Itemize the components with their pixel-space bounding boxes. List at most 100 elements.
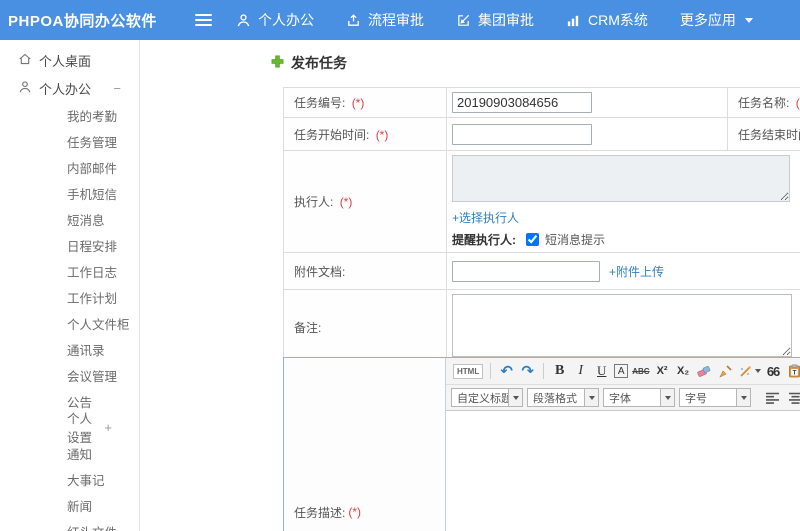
remark-label: 备注:: [283, 289, 447, 365]
nav-crm-system[interactable]: CRM系统: [566, 10, 648, 30]
paste-from-word-icon[interactable]: T: [786, 361, 800, 381]
table-row: 备注:: [283, 289, 800, 365]
sidebar-item-phone-sms[interactable]: 手机短信: [0, 180, 139, 206]
plus-icon: [271, 55, 284, 71]
task-form-table: 任务编号: (*) 任务名称: (*) 任务开始时间: (*): [283, 87, 800, 365]
sidebar-item-label: 个人办公: [39, 81, 92, 97]
user-icon: [18, 80, 32, 97]
caret-down-icon: [508, 389, 522, 406]
sidebar-item-personal-office[interactable]: 个人办公 −: [0, 74, 139, 102]
top-menu: 个人办公 流程审批 集团审批 CRM系统 更多应用: [236, 10, 785, 30]
home-icon: [18, 52, 32, 69]
executor-textarea[interactable]: [452, 155, 790, 202]
task-name-label: 任务名称: (*): [727, 87, 800, 118]
sidebar-item-short-message[interactable]: 短消息: [0, 206, 139, 232]
sidebar: 个人桌面 个人办公 − 我的考勤 任务管理 内部邮件 手机短信 短消息 日程安排…: [0, 40, 140, 531]
font-family-select[interactable]: 字体: [603, 388, 675, 407]
custom-heading-select[interactable]: 自定义标题: [451, 388, 523, 407]
table-row: 任务编号: (*) 任务名称: (*): [283, 87, 800, 118]
format-brush-broom-icon[interactable]: [717, 361, 734, 381]
hamburger-menu-icon[interactable]: [195, 14, 212, 26]
undo-icon[interactable]: ↶: [498, 361, 515, 381]
superscript-button[interactable]: X²: [654, 361, 671, 381]
remind-executor-label: 提醒执行人:: [452, 233, 516, 247]
sidebar-item-label: 个人桌面: [39, 53, 92, 69]
sidebar-item-work-plan[interactable]: 工作计划: [0, 284, 139, 310]
nav-personal-office[interactable]: 个人办公: [236, 10, 314, 30]
paragraph-format-select[interactable]: 段落格式: [527, 388, 599, 407]
sms-remind-option: 短消息提示: [545, 233, 606, 247]
caret-down-icon: [584, 389, 598, 406]
task-no-label: 任务编号: (*): [283, 87, 447, 118]
required-mark: (*): [348, 505, 362, 519]
table-row: 任务开始时间: (*) 任务结束时间: (*): [283, 117, 800, 151]
nav-label: 更多应用: [679, 12, 736, 28]
italic-button[interactable]: I: [572, 361, 589, 381]
required-mark: (*): [375, 127, 389, 142]
nav-workflow-approval[interactable]: 流程审批: [346, 10, 424, 30]
editor-toolbar-row1: HTML ↶ ↷ B I U A ABC X² X₂ 66 T: [446, 358, 800, 385]
chart-icon: [566, 13, 581, 28]
subscript-button[interactable]: X₂: [675, 361, 692, 381]
remove-format-eraser-icon[interactable]: [696, 361, 713, 381]
sidebar-item-meeting-management[interactable]: 会议管理: [0, 362, 139, 388]
task-no-input[interactable]: [452, 92, 592, 113]
sidebar-item-personal-files[interactable]: 个人文件柜: [0, 310, 139, 336]
font-style-button[interactable]: A: [614, 364, 629, 378]
collapse-minus-icon[interactable]: −: [113, 81, 121, 96]
workflow-icon: [346, 13, 361, 28]
rich-text-editor: HTML ↶ ↷ B I U A ABC X² X₂ 66 T 自定义标题 段落…: [446, 358, 800, 531]
table-row: 执行人: (*) +选择执行人 提醒执行人: 短消息提示: [283, 150, 800, 253]
align-left-icon[interactable]: [764, 388, 781, 408]
app-window: PHPOA协同办公软件 个人办公 流程审批 集团审批 CRM系统 更多应用 个人…: [0, 0, 800, 531]
user-icon: [236, 13, 251, 28]
nav-label: CRM系统: [588, 12, 648, 28]
app-logo: PHPOA协同办公软件: [8, 12, 157, 30]
nav-label: 集团审批: [478, 12, 534, 28]
nav-more-apps[interactable]: 更多应用: [680, 10, 753, 30]
sidebar-item-task-management[interactable]: 任务管理: [0, 128, 139, 154]
nav-group-approval[interactable]: 集团审批: [456, 10, 534, 30]
bold-button[interactable]: B: [551, 361, 568, 381]
underline-button[interactable]: U: [593, 361, 610, 381]
sidebar-item-schedule[interactable]: 日程安排: [0, 232, 139, 258]
start-time-label: 任务开始时间: (*): [283, 117, 447, 151]
required-mark: (*): [339, 195, 353, 209]
sidebar-item-contacts[interactable]: 通讯录: [0, 336, 139, 362]
toolbar-separator: [490, 363, 492, 379]
task-description-section: 任务描述: (*) HTML ↶ ↷ B I U A ABC X² X₂ 66 …: [283, 357, 800, 531]
remark-textarea[interactable]: [452, 294, 792, 357]
sidebar-item-clipped[interactable]: 红头文件: [0, 518, 139, 531]
sidebar-item-notification[interactable]: 通知: [0, 440, 139, 466]
toolbar-separator: [543, 363, 545, 379]
html-source-button[interactable]: HTML: [453, 363, 484, 379]
caret-down-icon: [736, 389, 750, 406]
attachment-input[interactable]: [452, 260, 600, 282]
align-center-icon[interactable]: [787, 388, 800, 408]
choose-executor-link[interactable]: +选择执行人: [452, 211, 519, 225]
expand-plus-icon[interactable]: +: [104, 420, 112, 435]
sms-remind-checkbox[interactable]: [526, 233, 539, 246]
editor-toolbar-row2: 自定义标题 段落格式 字体 字号: [446, 385, 800, 411]
executor-label: 执行人: (*): [283, 150, 447, 253]
end-time-label: 任务结束时间: (*): [727, 117, 800, 151]
redo-icon[interactable]: ↷: [519, 361, 536, 381]
blockquote-button[interactable]: 66: [765, 361, 782, 381]
sidebar-item-work-log[interactable]: 工作日志: [0, 258, 139, 284]
format-painter-wand-icon[interactable]: [738, 361, 761, 381]
sidebar-item-news[interactable]: 新闻: [0, 492, 139, 518]
strikethrough-button[interactable]: ABC: [632, 361, 649, 381]
alignment-buttons: [761, 388, 800, 408]
caret-down-icon: [744, 17, 753, 23]
sidebar-item-personal-settings[interactable]: 个人设置 +: [0, 412, 139, 445]
sidebar-item-my-attendance[interactable]: 我的考勤: [0, 102, 139, 128]
sidebar-item-major-events[interactable]: 大事记: [0, 466, 139, 492]
caret-down-icon: [754, 369, 761, 373]
sidebar-item-personal-desktop[interactable]: 个人桌面: [0, 46, 139, 74]
editor-content-area[interactable]: [446, 411, 800, 531]
sidebar-item-internal-mail[interactable]: 内部邮件: [0, 154, 139, 180]
attachment-upload-link[interactable]: +附件上传: [609, 263, 664, 280]
font-size-select[interactable]: 字号: [679, 388, 751, 407]
nav-label: 个人办公: [258, 12, 314, 28]
start-time-input[interactable]: [452, 123, 592, 145]
